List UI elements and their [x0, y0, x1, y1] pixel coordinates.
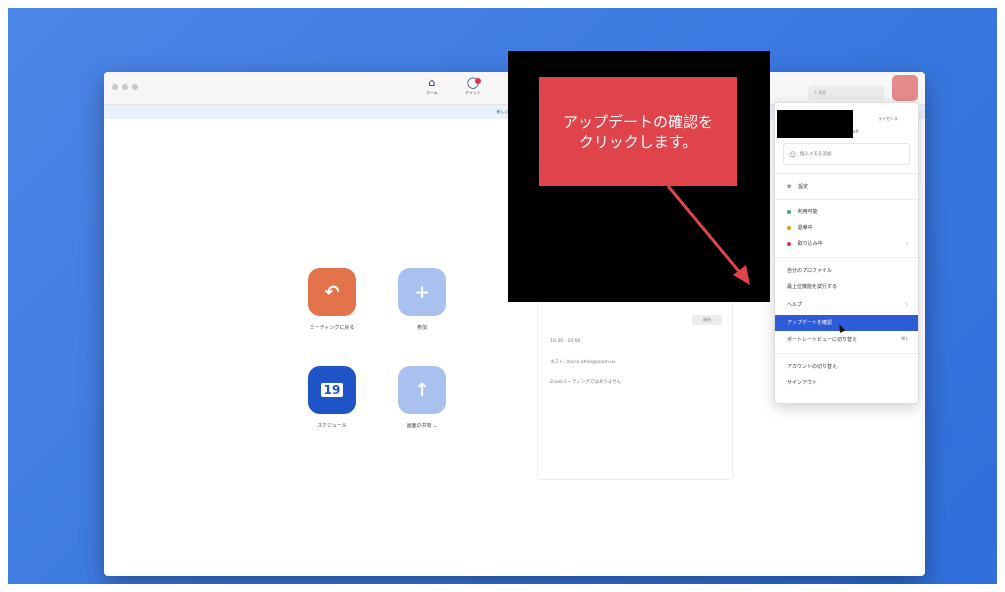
- menu-item-features-label: 最上位機能を試行する: [787, 284, 838, 290]
- menu-item-check-updates-label: アップデートを確認: [787, 320, 833, 326]
- chevron-down-icon[interactable]: ⌄: [433, 423, 437, 429]
- notification-badge: [475, 78, 481, 84]
- menu-item-portrait-label: ポートレートビューに切り替え: [787, 337, 858, 343]
- minimize-icon[interactable]: [122, 84, 128, 90]
- plus-icon: +: [398, 268, 446, 316]
- menu-item-try-features[interactable]: 最上位機能を試行する: [775, 279, 918, 295]
- menu-item-help-label: ヘルプ: [787, 302, 803, 308]
- menu-item-check-updates[interactable]: アップデートを確認: [775, 315, 918, 333]
- share-screen-icon: ↑: [398, 366, 446, 414]
- menu-divider: [775, 257, 918, 258]
- rejoin-meeting-label: ミーティングに戻る: [309, 325, 355, 331]
- window-controls[interactable]: [112, 84, 138, 90]
- menu-item-profile[interactable]: 自分のプロファイル: [775, 263, 918, 279]
- zoom-icon[interactable]: [132, 84, 138, 90]
- menu-item-settings-label: 設定: [798, 184, 809, 190]
- meeting-host: ホスト: maria.ohno@zoom.us: [550, 360, 616, 365]
- portrait-shortcut: ⌘L: [900, 337, 908, 342]
- chat-icon: ◯: [466, 76, 480, 89]
- personal-memo-placeholder: 個人メモを追加: [800, 152, 832, 157]
- status-busy-icon: [787, 241, 791, 246]
- gear-icon: ⚙: [787, 184, 792, 190]
- status-available-label: 利用可能: [797, 209, 818, 215]
- tab-home-label: ホーム: [426, 90, 438, 95]
- home-icon: ⌂: [428, 76, 436, 89]
- menu-item-signout-label: サインアウト: [787, 380, 818, 386]
- status-away-icon: [787, 225, 791, 230]
- menu-item-profile-label: 自分のプロファイル: [787, 268, 833, 274]
- status-busy-label: 取り込み中: [797, 241, 823, 247]
- license-label: ライセンス: [878, 116, 898, 121]
- join-button[interactable]: + 参加: [395, 268, 449, 331]
- start-meeting-button[interactable]: 開始: [692, 315, 722, 325]
- menu-item-portrait-view[interactable]: ポートレートビューに切り替え ⌘L: [775, 332, 918, 348]
- menu-item-switch-account[interactable]: アカウントの切り替え: [775, 359, 918, 375]
- account-type: off: [853, 129, 859, 134]
- menu-item-status-away[interactable]: 退席中: [775, 220, 918, 236]
- chevron-right-icon: ›: [905, 240, 908, 247]
- tab-home[interactable]: ⌂ ホーム: [415, 76, 449, 96]
- menu-divider: [775, 353, 918, 354]
- join-label: 参加: [416, 325, 427, 331]
- close-icon[interactable]: [112, 84, 118, 90]
- rejoin-meeting-button[interactable]: ↶ ミーティングに戻る: [305, 268, 359, 331]
- menu-item-settings[interactable]: ⚙ 設定: [775, 179, 918, 195]
- memo-icon: ☺: [789, 151, 797, 159]
- profile-dropdown-menu: ライセンス off ☺ 個人メモを追加 ⚙ 設定 利用可能 退席中 取り込み中 …: [774, 102, 919, 404]
- menu-item-status-busy[interactable]: 取り込み中 ›: [775, 236, 918, 252]
- menu-item-status-available[interactable]: 利用可能: [775, 204, 918, 220]
- share-screen-label-wrap: 画面の共有 ⌄: [395, 422, 449, 429]
- meeting-note: Zoomミーティングではありません: [550, 380, 622, 385]
- calendar-icon: 19: [308, 366, 356, 414]
- status-away-label: 退席中: [797, 225, 813, 231]
- chevron-right-icon: ›: [905, 301, 908, 308]
- menu-item-switch-account-label: アカウントの切り替え: [787, 364, 838, 370]
- schedule-button[interactable]: 19 スケジュール: [305, 366, 359, 429]
- meeting-time: 10:30 - 10:00: [550, 339, 581, 344]
- return-arrow-icon: ↶: [308, 268, 356, 316]
- tab-chat[interactable]: ◯ チャット: [456, 76, 490, 96]
- desktop-background: ⌂ ホーム ◯ チャット ⚲ 検索 新しいバージョンが ↶ ミーティングに戻る …: [8, 8, 997, 584]
- share-screen-label: 画面の共有: [406, 423, 432, 429]
- menu-item-signout[interactable]: サインアウト: [775, 375, 918, 391]
- schedule-label: スケジュール: [317, 423, 347, 429]
- status-available-icon: [787, 209, 791, 214]
- tutorial-overlay: アップデートの確認を クリックします。: [508, 51, 770, 302]
- upcoming-meetings-panel: 開始 10:30 - 10:00 ホスト: maria.ohno@zoom.us…: [537, 294, 733, 480]
- personal-memo-field[interactable]: ☺ 個人メモを追加: [783, 143, 910, 165]
- calendar-date: 19: [320, 383, 344, 397]
- search-input[interactable]: ⚲ 検索: [808, 86, 884, 100]
- menu-divider: [775, 199, 918, 200]
- search-icon: ⚲: [814, 90, 817, 95]
- tab-chat-label: チャット: [465, 90, 481, 95]
- menu-item-help[interactable]: ヘルプ ›: [775, 297, 918, 313]
- avatar[interactable]: [892, 75, 918, 101]
- search-placeholder: 検索: [818, 90, 827, 95]
- menu-divider: [775, 173, 918, 174]
- callout-arrow-icon: [666, 185, 750, 285]
- redacted-user-name: [777, 110, 853, 138]
- share-screen-button[interactable]: ↑ 画面の共有 ⌄: [395, 366, 449, 429]
